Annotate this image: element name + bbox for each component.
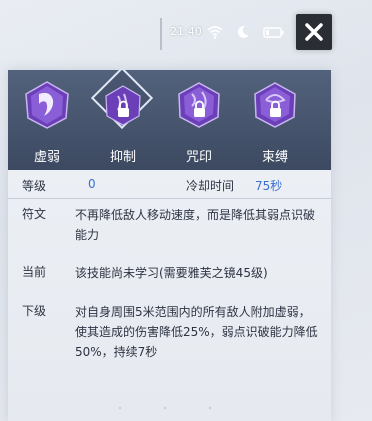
next-level-row: 下级 对自身周围5米范围内的所有敌人附加虚弱，使其造成的伤害降低25%，弱点识破…: [8, 302, 331, 366]
cooldown-label: 冷却时间: [186, 179, 235, 193]
next-level-label: 下级: [22, 304, 47, 318]
level-value: 0: [88, 177, 96, 191]
purple-gem-rune-lock-icon: [254, 82, 296, 128]
status-separator: [160, 18, 162, 50]
clock-time: 21:40: [170, 25, 202, 38]
skill-panel: 虚弱 抑制 咒印 束缚 等级 0 冷却时间 75秒 符文 不再降低敌人移动速度，…: [8, 66, 331, 421]
status-bar: 21:40: [160, 18, 305, 50]
tab-label: 抑制: [109, 150, 136, 165]
battery-icon: [263, 27, 284, 38]
current-row: 当前 该技能尚未学习(需要雅芙之镜45级): [8, 263, 331, 285]
purple-gem-fang-icon: [25, 81, 69, 129]
rune-label: 符文: [22, 207, 47, 221]
tab-suppress[interactable]: 抑制: [88, 66, 158, 166]
wifi-icon: [207, 26, 223, 39]
tab-label: 咒印: [185, 150, 212, 165]
skill-tabs: 虚弱 抑制 咒印 束缚: [8, 66, 331, 170]
tab-weaken[interactable]: 虚弱: [12, 74, 82, 166]
moon-icon: [237, 25, 249, 38]
skill-stats-row: 等级 0 冷却时间 75秒: [8, 170, 331, 199]
cooldown-value: 75秒: [255, 179, 283, 193]
tab-bind[interactable]: 束缚: [240, 74, 310, 166]
close-button[interactable]: [296, 14, 332, 50]
purple-gem-rune-lock-icon: [178, 82, 220, 128]
rune-description: 不再降低敌人移动速度，而是降低其弱点识破能力: [75, 208, 316, 242]
rune-row: 符文 不再降低敌人移动速度，而是降低其弱点识破能力: [8, 205, 331, 249]
current-label: 当前: [22, 265, 47, 279]
next-level-description: 对自身周围5米范围内的所有敌人附加虚弱，使其造成的伤害降低25%，弱点识破能力降…: [75, 305, 318, 359]
close-icon: [305, 23, 323, 41]
tab-label: 束缚: [261, 150, 288, 165]
current-description: 该技能尚未学习(需要雅芙之镜45级): [75, 266, 268, 280]
tab-curse-seal[interactable]: 咒印: [164, 74, 234, 166]
purple-gem-rune-lock-icon: [105, 85, 141, 126]
tab-label: 虚弱: [33, 150, 60, 165]
page-indicator-dots: [118, 406, 212, 410]
level-label: 等级: [22, 179, 47, 193]
